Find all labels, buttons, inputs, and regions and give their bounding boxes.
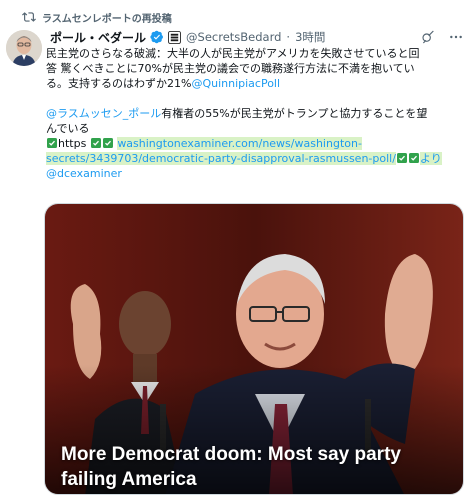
check-mark-icon [102, 138, 113, 148]
repost-icon [22, 12, 36, 22]
grok-icon[interactable] [420, 29, 436, 45]
link-prefix: https [58, 137, 87, 150]
link-preview-card[interactable]: More Democrat doom: Most say party faili… [44, 203, 464, 495]
verified-badge-icon[interactable] [150, 30, 164, 44]
mention-link[interactable]: @ラスムッセン_ポール [46, 107, 161, 120]
repost-label: ラスムセンレポートの再投稿 [42, 13, 172, 25]
card-headline: More Democrat doom: Most say party faili… [61, 444, 401, 490]
timestamp[interactable]: 3時間 [295, 29, 325, 45]
tweet-line: @dcexaminer [46, 166, 466, 181]
repost-indicator[interactable]: ラスムセンレポートの再投稿 [22, 8, 172, 26]
check-mark-icon [408, 153, 419, 163]
check-mark-icon [396, 153, 407, 163]
author-handle[interactable]: @SecretsBedard [186, 30, 281, 44]
tweet-header: ポール・ベダール @SecretsBedard · 3時間 [50, 28, 464, 46]
tweet-line: @ラスムッセン_ポール有権者の55%が民主党がトランプと協力することを望 [46, 106, 466, 121]
check-mark-icon [47, 138, 57, 148]
tweet-line: る。支持するのはわずか21%@QuinnipiacPoll [46, 76, 466, 91]
article-url-link[interactable]: secrets/3439703/democratic-party-disappr… [46, 152, 396, 165]
check-mark-icon [90, 138, 101, 148]
article-url-link[interactable]: washingtonexaminer.com/news/washington- [117, 137, 362, 150]
tweet-line: んでいる [46, 122, 90, 135]
more-options-icon[interactable] [448, 29, 464, 45]
avatar[interactable] [6, 30, 42, 66]
mention-link[interactable]: @QuinnipiacPoll [191, 77, 280, 90]
meta-separator: · [286, 30, 291, 44]
tweet-text-segment: る。支持するのはわずか21% [46, 77, 192, 90]
tweet-line: secrets/3439703/democratic-party-disappr… [46, 151, 466, 166]
tweet-line: 答 驚くべきことに70%が民主党の議会での職務遂行方法に不満を抱いてい [46, 62, 415, 75]
mention-link[interactable]: @dcexaminer [46, 167, 122, 180]
tweet-text-segment: 有権者の55%が民主党がトランプと協力することを望 [161, 107, 428, 120]
affiliation-badge-icon[interactable] [168, 30, 182, 44]
tweet-line: https washingtonexaminer.com/news/washin… [46, 136, 466, 151]
tweet-text-segment: より [419, 152, 442, 165]
author-name[interactable]: ポール・ベダール [50, 29, 146, 46]
tweet-text: 民主党のさらなる破滅：大半の人が民主党がアメリカを失敗させていると回 答 驚くべ… [46, 46, 466, 181]
tweet-line: 民主党のさらなる破滅：大半の人が民主党がアメリカを失敗させていると回 [46, 47, 420, 60]
